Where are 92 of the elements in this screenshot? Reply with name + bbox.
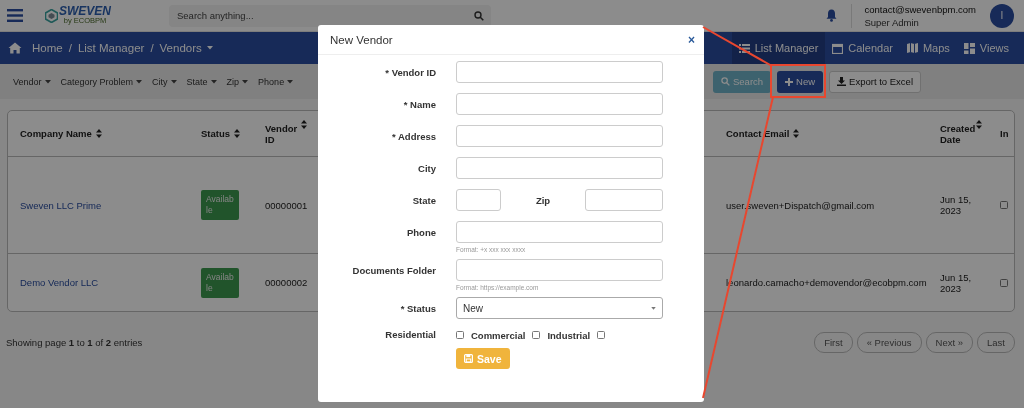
avatar[interactable]: I: [990, 3, 1014, 28]
checkbox-label: Commercial: [471, 329, 526, 341]
filter-dropdown[interactable]: Category Problem: [60, 76, 143, 87]
input-field[interactable]: [585, 189, 663, 211]
input-field[interactable]: [456, 157, 663, 179]
field-label: Phone: [405, 226, 436, 238]
filter-dropdown[interactable]: Zip: [226, 76, 249, 87]
search-icon[interactable]: [474, 10, 484, 21]
column-header[interactable]: Vendor ID: [265, 122, 297, 145]
pagination-button[interactable]: Last: [977, 332, 1015, 353]
user-role: Super Admin: [864, 16, 920, 28]
caret-icon: [206, 46, 213, 50]
filter-dropdown[interactable]: Vendor: [13, 76, 51, 87]
field-label: State: [411, 194, 436, 206]
table-cell: 00000002: [265, 277, 308, 288]
field-label: Documents Folder: [351, 264, 436, 276]
pagination-button[interactable]: « Previous: [856, 332, 922, 353]
view-tab[interactable]: Calendar: [825, 32, 900, 64]
pagination-button[interactable]: First: [814, 332, 853, 353]
caret-icon: [242, 79, 249, 84]
breadcrumb-link[interactable]: Home: [32, 42, 63, 54]
menu-icon[interactable]: [7, 9, 23, 22]
hexagon-logo-icon: [45, 8, 58, 23]
filter-dropdown[interactable]: State: [186, 76, 217, 87]
checkbox[interactable]: [597, 331, 606, 339]
row-checkbox[interactable]: [1000, 201, 1008, 209]
search-field[interactable]: Search anything...: [169, 4, 491, 27]
table-cell-text: Jun 15, 2023: [940, 194, 973, 216]
input-field[interactable]: [456, 125, 663, 147]
calendar-icon: [832, 42, 844, 54]
sort-icon[interactable]: [234, 129, 241, 138]
view-tab[interactable]: Views: [956, 32, 1016, 64]
entries-summary: Showing page 1 to 1 of 2 entries: [6, 337, 143, 348]
input-field[interactable]: [456, 221, 663, 243]
list-icon: [738, 43, 750, 53]
view-tab[interactable]: List Manager: [731, 32, 826, 64]
sort-icon[interactable]: [793, 129, 800, 138]
caret-icon: [170, 79, 177, 84]
status-badge: Available: [201, 190, 239, 220]
column-header[interactable]: Status: [201, 128, 231, 139]
column-header[interactable]: In: [1000, 128, 1009, 139]
input-field[interactable]: [456, 61, 663, 83]
grid-icon: [963, 42, 975, 54]
new-button[interactable]: New: [777, 70, 824, 93]
breadcrumb-separator: /: [68, 42, 72, 54]
caret-icon: [651, 306, 656, 310]
column-header[interactable]: Company Name: [20, 128, 92, 139]
field-label: * Status: [399, 302, 436, 314]
search-icon: [721, 77, 730, 86]
user-email: contact@swevenbpm.com: [864, 3, 976, 15]
bell-icon[interactable]: [826, 9, 838, 22]
breadcrumb-separator: /: [150, 42, 154, 54]
pagination-button[interactable]: Next »: [925, 332, 974, 353]
caret-icon: [287, 79, 294, 84]
breadcrumb-link[interactable]: List Manager: [77, 42, 145, 54]
checkbox[interactable]: [456, 331, 464, 339]
input-field[interactable]: [456, 259, 663, 281]
company-link[interactable]: Demo Vendor LLC: [20, 277, 99, 288]
table-cell-text: Jun 15, 2023: [940, 271, 973, 294]
sort-icon[interactable]: [95, 129, 102, 138]
caret-icon: [136, 79, 143, 84]
field-label: * Address: [391, 130, 436, 142]
plus-icon: [785, 77, 794, 86]
home-icon[interactable]: [8, 42, 22, 54]
export-button[interactable]: Export to Excel: [829, 70, 921, 93]
sort-icon[interactable]: [976, 120, 982, 129]
field-label: * Name: [402, 98, 436, 110]
caret-icon: [210, 79, 217, 84]
download-icon: [837, 77, 847, 86]
status-select[interactable]: New: [456, 297, 663, 319]
input-field[interactable]: [456, 189, 501, 211]
dialog-title: New Vendor: [330, 33, 393, 46]
row-checkbox[interactable]: [1000, 278, 1008, 287]
filter-dropdown[interactable]: Phone: [258, 76, 294, 87]
checkbox-label: Industrial: [547, 329, 591, 341]
field-label: City: [417, 162, 436, 174]
checkbox-label: Residential: [384, 329, 436, 340]
status-badge: Available: [201, 267, 239, 298]
field-label: Zip: [534, 194, 552, 206]
field-label: * Vendor ID: [384, 66, 436, 78]
company-link[interactable]: Sweven LLC Prime: [20, 199, 102, 211]
checkbox[interactable]: [532, 331, 541, 339]
breadcrumb-link[interactable]: Vendors: [159, 42, 213, 54]
logo-name: SWEVEN: [59, 6, 111, 17]
map-icon: [906, 43, 918, 53]
close-button[interactable]: ×: [688, 32, 695, 47]
caret-icon: [44, 79, 51, 84]
input-field[interactable]: [456, 93, 663, 115]
sort-icon[interactable]: [301, 120, 307, 129]
filter-dropdown[interactable]: City: [152, 76, 177, 87]
table-cell: 00000001: [265, 199, 308, 211]
view-tab[interactable]: Maps: [899, 32, 957, 64]
